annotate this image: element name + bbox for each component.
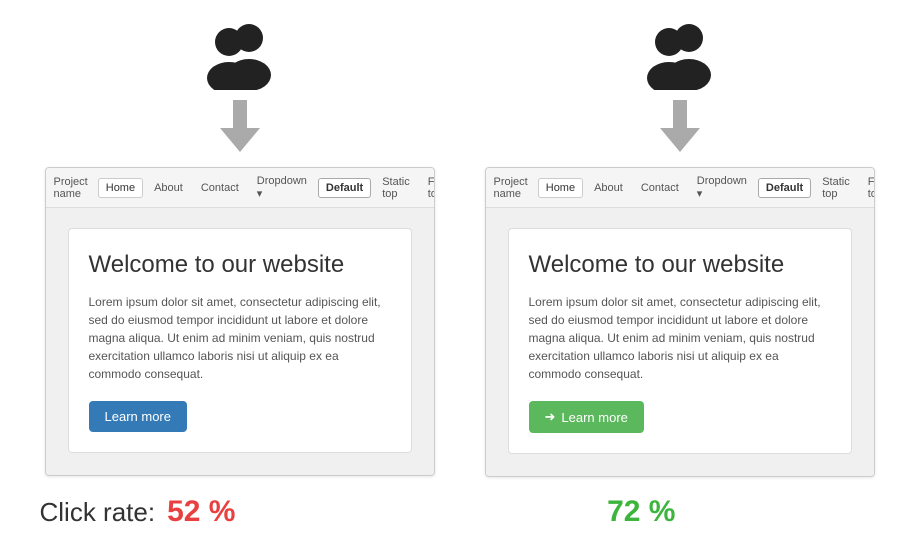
nav-fixedtop-a[interactable]: Fixed top: [421, 173, 435, 203]
click-rate-value-a: 52 %: [167, 495, 235, 529]
content-title-a: Welcome to our website: [89, 251, 391, 279]
nav-about-b[interactable]: About: [587, 179, 630, 197]
nav-dropdown-b[interactable]: Dropdown: [690, 172, 754, 203]
users-icon: [195, 20, 285, 90]
nav-fixedtop-b[interactable]: Fixed top: [861, 173, 875, 203]
nav-statictop-a[interactable]: Static top: [375, 173, 417, 203]
browser-content-b: Welcome to our website Lorem ipsum dolor…: [486, 208, 874, 476]
content-card-a: Welcome to our website Lorem ipsum dolor…: [68, 228, 412, 453]
content-card-b: Welcome to our website Lorem ipsum dolor…: [508, 228, 852, 454]
nav-contact-a[interactable]: Contact: [194, 179, 246, 197]
nav-contact-b[interactable]: Contact: [634, 179, 686, 197]
nav-statictop-b[interactable]: Static top: [815, 173, 857, 203]
down-arrow-icon: [220, 100, 260, 155]
variant-b: Project name Home About Contact Dropdown…: [480, 20, 880, 477]
content-body-a: Lorem ipsum dolor sit amet, consectetur …: [89, 293, 391, 383]
click-rate-b: Click rate: 72 %: [480, 495, 880, 529]
down-arrow-icon-b: [660, 100, 700, 155]
content-title-b: Welcome to our website: [529, 251, 831, 279]
click-rate-a: Click rate: 52 %: [40, 495, 440, 529]
nav-home-b[interactable]: Home: [538, 178, 583, 198]
content-body-b: Lorem ipsum dolor sit amet, consectetur …: [529, 293, 831, 383]
click-rate-value-b: 72 %: [607, 495, 675, 529]
browser-nav-a: Project name Home About Contact Dropdown…: [46, 168, 434, 208]
browser-content-a: Welcome to our website Lorem ipsum dolor…: [46, 208, 434, 475]
nav-home-a[interactable]: Home: [98, 178, 143, 198]
variants-container: Project name Home About Contact Dropdown…: [10, 20, 909, 477]
click-rate-label-a: Click rate:: [40, 497, 156, 528]
browser-mockup-b: Project name Home About Contact Dropdown…: [485, 167, 875, 477]
nav-dropdown-a[interactable]: Dropdown: [250, 172, 314, 203]
learn-more-button-a[interactable]: Learn more: [89, 401, 187, 432]
users-icon-b: [635, 20, 725, 90]
arrow-right-icon: ➜: [545, 409, 556, 425]
nav-about-a[interactable]: About: [147, 179, 190, 197]
nav-default-b[interactable]: Default: [758, 178, 811, 198]
learn-more-label-b: Learn more: [561, 410, 627, 425]
nav-brand-b: Project name: [494, 176, 528, 200]
learn-more-button-b[interactable]: ➜ Learn more: [529, 401, 644, 433]
variant-a: Project name Home About Contact Dropdown…: [40, 20, 440, 477]
browser-mockup-a: Project name Home About Contact Dropdown…: [45, 167, 435, 476]
nav-brand-a: Project name: [54, 176, 88, 200]
browser-nav-b: Project name Home About Contact Dropdown…: [486, 168, 874, 208]
nav-default-a[interactable]: Default: [318, 178, 371, 198]
click-rates-container: Click rate: 52 % Click rate: 72 %: [10, 495, 909, 529]
